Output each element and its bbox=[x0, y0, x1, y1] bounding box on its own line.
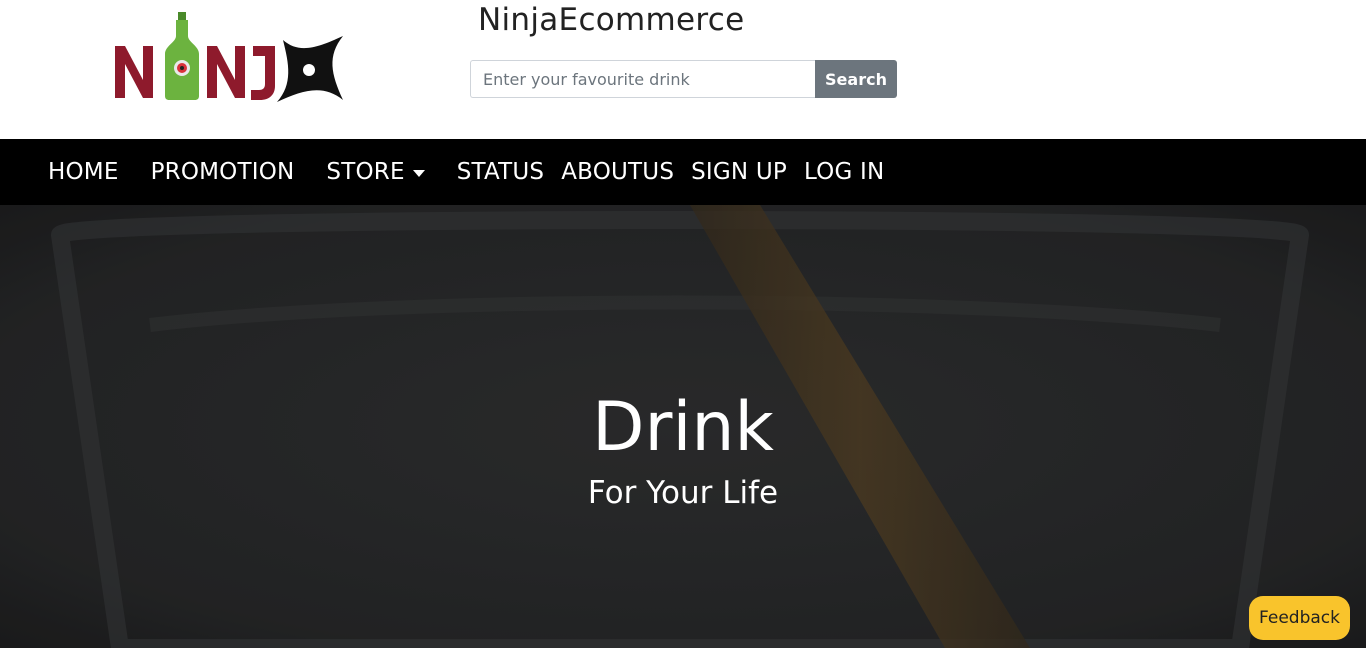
nav-aboutus[interactable]: ABOUTUS bbox=[561, 159, 674, 185]
nav-home[interactable]: HOME bbox=[48, 159, 119, 185]
nav-store-label: STORE bbox=[326, 159, 405, 185]
nav-sign-up[interactable]: SIGN UP bbox=[691, 159, 787, 185]
bottle-icon bbox=[165, 12, 199, 100]
search-button[interactable]: Search bbox=[815, 60, 897, 98]
site-header: NinjaEcommerce Search bbox=[0, 0, 1366, 139]
hero-banner: Drink For Your Life bbox=[0, 205, 1366, 648]
nav-store-dropdown[interactable]: STORE bbox=[326, 159, 425, 185]
nav-log-in[interactable]: LOG IN bbox=[804, 159, 884, 185]
nav-status[interactable]: STATUS bbox=[457, 159, 545, 185]
search-form: Search bbox=[470, 60, 897, 98]
shuriken-icon bbox=[277, 36, 343, 102]
site-brand-title[interactable]: NinjaEcommerce bbox=[478, 2, 745, 38]
hero-title: Drink bbox=[592, 388, 774, 467]
hero-subtitle: For Your Life bbox=[587, 475, 779, 511]
ninja-bottle-logo[interactable] bbox=[113, 8, 345, 106]
search-input[interactable] bbox=[470, 60, 815, 98]
chevron-down-icon bbox=[412, 169, 425, 177]
main-navbar: HOME PROMOTION STORE STATUS ABOUTUS SIGN… bbox=[0, 139, 1366, 205]
nav-promotion[interactable]: PROMOTION bbox=[151, 159, 295, 185]
feedback-button[interactable]: Feedback bbox=[1249, 596, 1350, 640]
